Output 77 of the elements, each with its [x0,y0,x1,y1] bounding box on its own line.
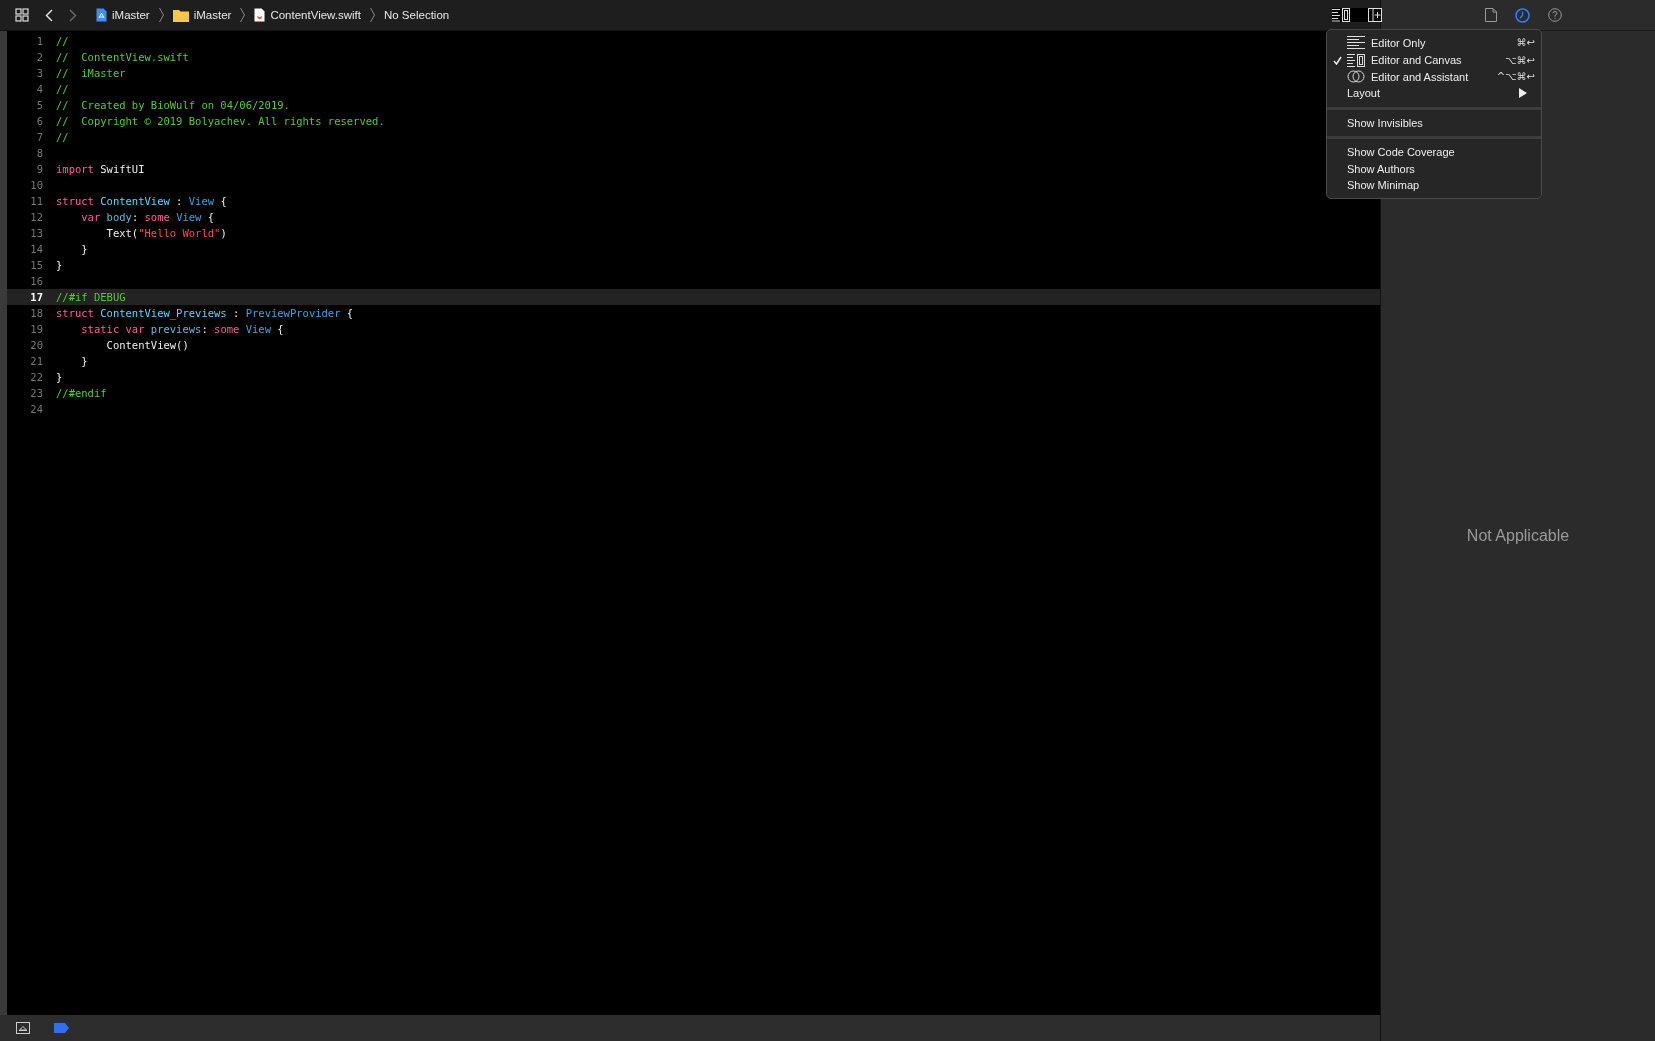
line-number: 6 [35,115,44,127]
line-number: 10 [29,179,44,191]
lines-icon [1347,36,1365,49]
line-number: 19 [29,323,44,335]
breadcrumb-item[interactable]: iMaster [169,8,235,22]
line-number: 15 [29,259,44,271]
line-number: 22 [29,371,44,383]
document-icon [96,8,107,22]
grid-icon[interactable] [15,8,29,22]
menu-item[interactable]: Layout [1327,85,1541,102]
code-line: struct ContentView : View { [56,195,227,207]
line-number: 17 [29,291,44,303]
line-number: 1 [35,35,44,47]
menu-item[interactable]: Show Authors [1327,160,1541,177]
code-line: static var previews: some View { [80,323,284,335]
chevron-icon [240,7,246,23]
code-line: ContentView() [105,339,189,351]
line-number: 20 [29,339,44,351]
menu-item[interactable]: Editor Only ⌘↩ [1327,33,1541,52]
breakpoint-icon[interactable] [54,1023,69,1033]
line-number: 23 [29,387,44,399]
line-number: 14 [29,243,44,255]
code-line: //#if DEBUG [56,291,126,303]
canvas-layout-icon[interactable] [1332,8,1350,22]
panel-toggle-icon[interactable] [16,1022,30,1034]
submenu-arrow-icon [1519,88,1527,99]
breadcrumb-item[interactable]: ContentView.swift [251,8,364,22]
add-editor-icon[interactable] [1368,8,1382,22]
forward-icon[interactable] [69,8,77,22]
code-line: import SwiftUI [56,163,145,175]
line-number: 9 [35,163,44,175]
line-number: 13 [29,227,44,239]
clock-icon[interactable] [1514,7,1530,23]
code-line: } [80,355,88,367]
line-number: 16 [29,275,44,287]
help-icon[interactable] [1547,8,1562,22]
line-number: 18 [29,307,44,319]
menu-item[interactable]: Show Code Coverage [1327,144,1541,161]
code-line: // [56,35,69,47]
code-line: // Created by BioWulf on 04/06/2019. [56,99,290,111]
code-line: } [80,243,88,255]
code-line: // [56,131,69,143]
line-number: 12 [29,211,44,223]
code-line: } [56,259,63,271]
line-number: 2 [35,51,44,63]
line-number: 24 [29,403,44,415]
code-line: Text("Hello World") [105,227,227,239]
menu-item[interactable]: Show Minimap [1327,177,1541,194]
line-number: 4 [35,83,44,95]
code-line: //#endif [56,387,107,399]
code-line: // ContentView.swift [56,51,189,63]
chevron-icon [158,7,164,23]
line-number: 7 [35,131,44,143]
menu-item[interactable]: Editor and Canvas ⌥⌘↩ [1327,52,1541,69]
code-line: var body: some View { [80,211,215,223]
canvas-layout-icon [1347,53,1365,67]
line-number: 5 [35,99,44,111]
back-icon[interactable] [45,8,53,22]
breadcrumb-item[interactable]: iMaster [93,8,153,22]
line-number: 3 [35,67,44,79]
code-line: // Copyright © 2019 Bolyachev. All rights reserved. [56,115,385,127]
empty-message: Not Applicable [1466,527,1570,545]
line-number: 8 [35,147,44,159]
menu-item[interactable]: Editor and Assistant ^⌥⌘↩ [1327,68,1541,85]
line-number: 11 [29,195,44,207]
file-icon[interactable] [1484,8,1497,22]
menu-item[interactable]: Show Invisibles [1327,114,1541,131]
line-number: 21 [29,355,44,367]
code-line: // iMaster [56,67,126,79]
swift-file-icon [254,8,266,22]
code-line: // [56,83,69,95]
code-line: struct ContentView_Previews : PreviewProvider { [56,307,354,319]
overlapping-circles-icon [1347,70,1365,84]
code-line: } [56,371,63,383]
chevron-icon [369,7,375,23]
breadcrumb-item[interactable]: No Selection [380,9,453,21]
folder-icon [172,8,189,22]
